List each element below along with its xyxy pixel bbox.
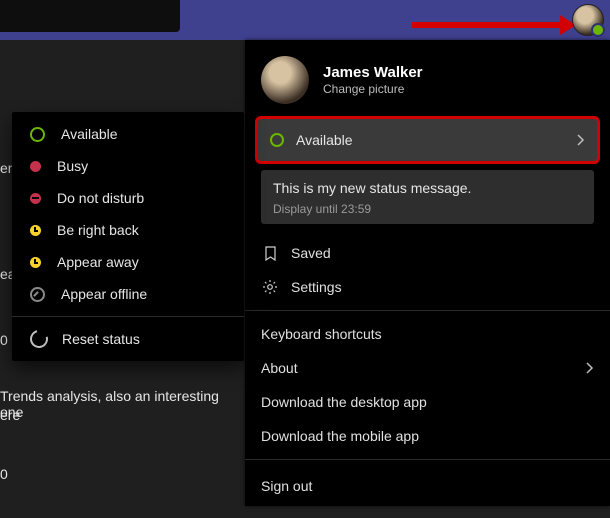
- download-desktop-item[interactable]: Download the desktop app: [245, 385, 610, 419]
- away-icon: [30, 257, 41, 268]
- available-icon: [30, 127, 45, 142]
- profile-avatar-button[interactable]: [572, 4, 604, 36]
- download-mobile-item[interactable]: Download the mobile app: [245, 419, 610, 453]
- status-option-label: Do not disturb: [57, 190, 144, 206]
- busy-icon: [30, 161, 41, 172]
- status-option-label: Available: [61, 126, 118, 142]
- gear-icon: [261, 279, 279, 295]
- bg-text: 0: [0, 466, 8, 482]
- status-label: Available: [296, 132, 353, 148]
- download-mobile-label: Download the mobile app: [261, 428, 419, 444]
- status-option-busy[interactable]: Busy: [12, 150, 244, 182]
- profile-avatar: [261, 56, 309, 104]
- profile-menu: James Walker Change picture Available Th…: [245, 40, 610, 506]
- settings-item[interactable]: Settings: [245, 270, 610, 304]
- separator: [12, 316, 244, 317]
- bg-text: 0: [0, 332, 8, 348]
- change-picture-link[interactable]: Change picture: [323, 82, 423, 96]
- status-display-until: Display until 23:59: [273, 202, 582, 216]
- about-label: About: [261, 360, 298, 376]
- bg-text: ere: [0, 407, 20, 423]
- sign-out-label: Sign out: [261, 478, 312, 494]
- keyboard-label: Keyboard shortcuts: [261, 326, 382, 342]
- separator: [245, 310, 610, 311]
- dnd-icon: [30, 193, 41, 204]
- bookmark-icon: [261, 246, 279, 261]
- status-option-label: Appear away: [57, 254, 139, 270]
- status-option-away[interactable]: Appear away: [12, 246, 244, 278]
- status-option-label: Busy: [57, 158, 88, 174]
- status-option-label: Appear offline: [61, 286, 147, 302]
- profile-name: James Walker: [323, 64, 423, 81]
- keyboard-shortcuts-item[interactable]: Keyboard shortcuts: [245, 317, 610, 351]
- sign-out-item[interactable]: Sign out: [245, 466, 610, 506]
- chevron-right-icon: [577, 134, 585, 146]
- saved-label: Saved: [291, 245, 331, 261]
- annotation-arrow: [412, 22, 562, 28]
- offline-icon: [30, 287, 45, 302]
- search-box[interactable]: [0, 0, 180, 32]
- separator: [245, 459, 610, 460]
- status-option-label: Reset status: [62, 331, 140, 347]
- bg-text: Trends analysis, also an interesting one: [0, 388, 244, 420]
- status-option-offline[interactable]: Appear offline: [12, 278, 244, 310]
- status-message-text: This is my new status message.: [273, 180, 582, 196]
- saved-item[interactable]: Saved: [245, 236, 610, 270]
- status-row[interactable]: Available: [255, 116, 600, 164]
- reset-icon: [27, 327, 52, 352]
- status-available-icon: [270, 133, 284, 147]
- about-item[interactable]: About: [245, 351, 610, 385]
- brb-icon: [30, 225, 41, 236]
- status-option-dnd[interactable]: Do not disturb: [12, 182, 244, 214]
- status-submenu: Available Busy Do not disturb Be right b…: [12, 112, 244, 361]
- status-message-box[interactable]: This is my new status message. Display u…: [261, 170, 594, 224]
- download-desktop-label: Download the desktop app: [261, 394, 427, 410]
- status-option-available[interactable]: Available: [12, 118, 244, 150]
- status-option-brb[interactable]: Be right back: [12, 214, 244, 246]
- status-option-label: Be right back: [57, 222, 139, 238]
- top-bar: [0, 0, 610, 40]
- profile-header: James Walker Change picture: [245, 40, 610, 112]
- status-option-reset[interactable]: Reset status: [12, 323, 244, 355]
- chevron-right-icon: [586, 362, 594, 374]
- settings-label: Settings: [291, 279, 342, 295]
